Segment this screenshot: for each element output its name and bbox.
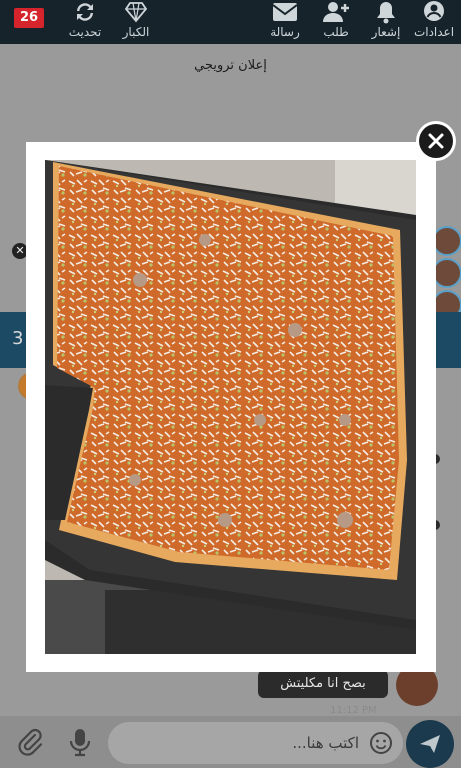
nav-refresh-label: تحديث <box>68 25 102 39</box>
message-composer: اكتب هنا... <box>0 716 461 768</box>
nav-request-label: طلب <box>323 25 349 39</box>
user-avatar[interactable] <box>432 258 461 288</box>
nav-vip-label: الكبار <box>122 25 150 39</box>
add-user-icon <box>318 0 354 24</box>
nav-message[interactable]: رسالة <box>266 0 304 44</box>
nav-request[interactable]: طلب <box>318 0 354 44</box>
microphone-icon[interactable] <box>64 726 96 758</box>
nav-settings[interactable]: اعدادات <box>410 0 458 44</box>
nav-notification-label: إشعار <box>371 25 401 39</box>
envelope-icon <box>266 0 304 24</box>
settings-user-icon <box>410 0 458 24</box>
pizza-photo <box>45 160 416 654</box>
refresh-icon <box>62 0 108 24</box>
nav-message-label: رسالة <box>270 25 300 39</box>
send-button[interactable] <box>406 720 454 768</box>
top-nav-bar: 26 تحديث الكبار رسالة طلب إشعار اعدادات <box>0 0 461 44</box>
diamond-icon <box>118 0 154 24</box>
room-number: 3 <box>12 328 24 349</box>
paperclip-icon[interactable] <box>14 726 46 758</box>
chat-message-bubble[interactable]: بصح انا مكليتش <box>258 670 388 698</box>
nav-refresh[interactable]: تحديث <box>62 0 108 44</box>
modal-image[interactable] <box>45 160 416 654</box>
nav-settings-label: اعدادات <box>413 25 455 39</box>
emoji-icon[interactable] <box>369 731 393 759</box>
promo-ad-label[interactable]: إعلان ترويجي <box>0 58 461 73</box>
close-modal-button[interactable] <box>416 121 456 161</box>
nav-notification[interactable]: إشعار <box>368 0 404 44</box>
close-button-inner <box>419 124 453 158</box>
close-icon <box>427 132 445 154</box>
user-avatar[interactable] <box>432 226 461 256</box>
message-input[interactable]: اكتب هنا... <box>108 722 403 764</box>
calendar-badge[interactable]: 26 <box>14 8 44 28</box>
message-input-placeholder: اكتب هنا... <box>292 734 359 752</box>
message-timestamp: 11:12 PM <box>330 705 377 716</box>
nav-vip[interactable]: الكبار <box>118 0 154 44</box>
send-icon <box>418 733 442 759</box>
bell-icon <box>368 0 404 24</box>
